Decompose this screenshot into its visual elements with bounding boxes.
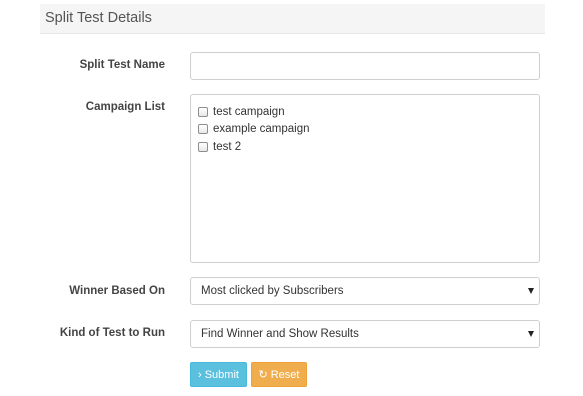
campaign-list-label: Campaign List — [85, 101, 165, 113]
reset-button[interactable]: ↻ Reset — [251, 362, 307, 387]
panel-heading: Split Test Details — [40, 4, 545, 34]
winner-based-on-label: Winner Based On — [69, 285, 165, 297]
campaign-item-label: test campaign — [213, 105, 285, 118]
split-test-name-label: Split Test Name — [79, 59, 165, 71]
panel-title: Split Test Details — [45, 10, 152, 26]
refresh-icon: ↻ — [258, 369, 268, 381]
campaign-item[interactable]: test campaign — [198, 103, 539, 121]
campaign-checkbox[interactable] — [198, 141, 208, 152]
campaign-item-label: example campaign — [213, 123, 310, 136]
kind-of-test-select[interactable]: Find Winner and Show Results — [190, 320, 540, 348]
caret-down-icon — [528, 288, 534, 294]
winner-based-on-select[interactable]: Most clicked by Subscribers — [190, 277, 540, 305]
campaign-checkbox[interactable] — [198, 124, 208, 135]
reset-button-label: Reset — [270, 368, 300, 381]
submit-button-label: Submit — [204, 368, 239, 381]
campaign-item[interactable]: test 2 — [198, 138, 539, 156]
chevron-right-icon: › — [198, 368, 202, 381]
campaign-checkbox[interactable] — [198, 106, 208, 117]
campaign-list-box[interactable]: test campaign example campaign test 2 — [190, 94, 540, 263]
caret-down-icon — [528, 331, 534, 337]
winner-based-on-value: Most clicked by Subscribers — [201, 285, 344, 297]
split-test-name-input[interactable] — [190, 52, 540, 80]
submit-button[interactable]: › Submit — [190, 362, 247, 387]
campaign-item-label: test 2 — [213, 140, 242, 153]
kind-of-test-value: Find Winner and Show Results — [201, 328, 359, 340]
kind-of-test-label: Kind of Test to Run — [59, 327, 165, 339]
campaign-item[interactable]: example campaign — [198, 121, 539, 139]
split-test-form-page: Split Test Details Split Test Name Campa… — [0, 0, 583, 396]
